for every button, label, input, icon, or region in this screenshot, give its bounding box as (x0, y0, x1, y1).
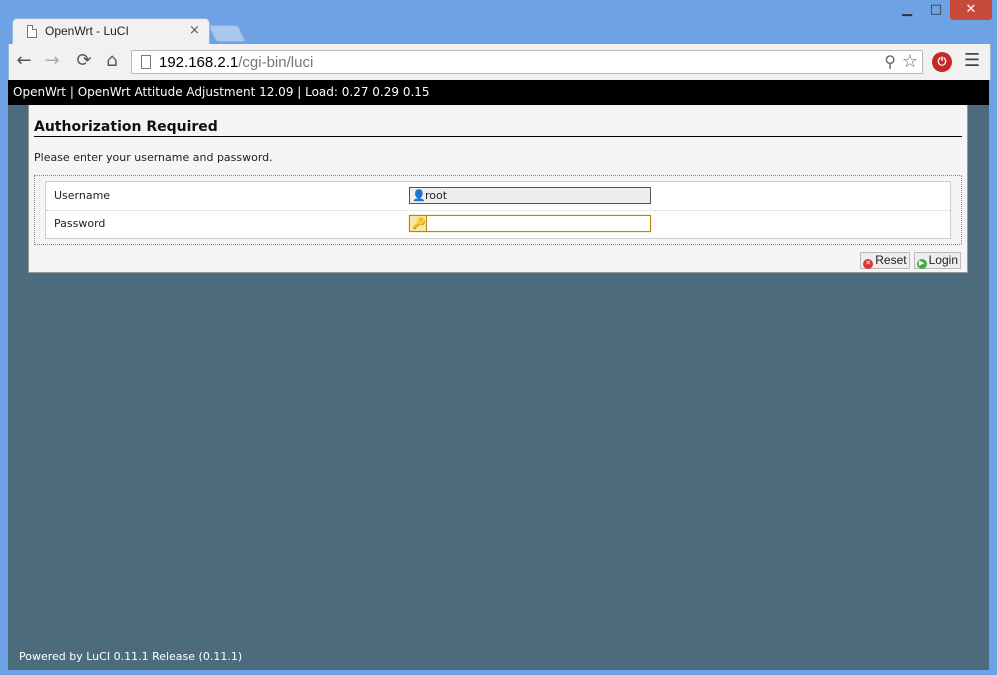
close-window-button[interactable]: ✕ (950, 0, 992, 20)
reset-button[interactable]: ✕ Reset (860, 252, 910, 269)
browser-tab[interactable]: OpenWrt - LuCI × (12, 18, 210, 45)
description: Please enter your username and password. (34, 151, 273, 164)
address-bar[interactable]: 192.168.2.1/cgi-bin/luci ⚲ ☆ (131, 50, 923, 74)
page-icon (141, 55, 151, 69)
login-label: Login (928, 253, 958, 267)
reload-icon[interactable]: ⟳ (73, 50, 95, 72)
login-panel: Authorization Required Please enter your… (28, 105, 968, 273)
url-path: /cgi-bin/luci (238, 54, 314, 71)
login-icon: ▶ (916, 259, 927, 269)
form-table: Username 👤 root Password 🔑 (45, 181, 951, 239)
page-icon (27, 25, 37, 38)
star-icon[interactable]: ☆ (902, 51, 918, 72)
login-button[interactable]: ▶ Login (913, 252, 961, 269)
search-icon[interactable]: ⚲ (884, 52, 896, 71)
browser-toolbar: ← → ⟳ ⌂ 192.168.2.1/cgi-bin/luci ⚲ ☆ ⏻ ☰ (8, 44, 991, 80)
user-icon: 👤 (412, 189, 426, 202)
new-tab-button[interactable] (208, 25, 246, 42)
reset-icon: ✕ (863, 259, 874, 269)
button-bar: ✕ Reset ▶ Login (856, 252, 961, 269)
password-field[interactable]: 🔑 (409, 215, 651, 232)
login-fieldset: Username 👤 root Password 🔑 (34, 175, 962, 245)
key-icon: 🔑 (410, 216, 427, 231)
status-bar: OpenWrt | OpenWrt Attitude Adjustment 12… (8, 80, 989, 105)
password-row: Password 🔑 (46, 210, 950, 238)
username-value: root (425, 189, 448, 202)
extension-icon[interactable]: ⏻ (932, 52, 952, 72)
maximize-button[interactable]: □ (922, 0, 950, 20)
page-title: Authorization Required (34, 119, 962, 137)
url-text[interactable]: 192.168.2.1/cgi-bin/luci (159, 54, 313, 71)
reset-label: Reset (875, 253, 907, 267)
menu-icon[interactable]: ☰ (964, 50, 980, 71)
url-host: 192.168.2.1 (159, 54, 239, 71)
home-icon[interactable]: ⌂ (101, 50, 123, 72)
password-label: Password (54, 217, 106, 230)
back-icon[interactable]: ← (13, 50, 35, 72)
username-label: Username (54, 189, 111, 202)
title-bar: OpenWrt - LuCI × ▁ □ ✕ (0, 0, 997, 45)
browser-window: OpenWrt - LuCI × ▁ □ ✕ ← → ⟳ ⌂ 192.168.2… (0, 0, 997, 675)
page-content: OpenWrt | OpenWrt Attitude Adjustment 12… (8, 80, 989, 670)
footer-text: Powered by LuCI 0.11.1 Release (0.11.1) (19, 650, 243, 663)
tab-title: OpenWrt - LuCI (45, 24, 129, 38)
username-row: Username 👤 root (46, 182, 950, 211)
close-tab-icon[interactable]: × (189, 23, 200, 38)
minimize-button[interactable]: ▁ (892, 0, 922, 20)
forward-icon[interactable]: → (41, 50, 63, 72)
username-field[interactable]: 👤 root (409, 187, 651, 204)
